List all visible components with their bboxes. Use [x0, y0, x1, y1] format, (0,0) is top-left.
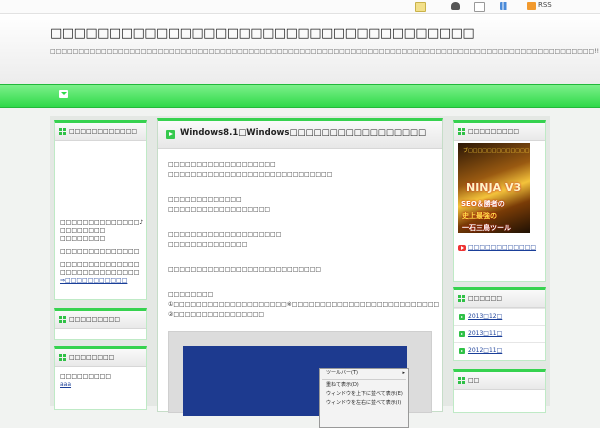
edit-icon[interactable] [415, 2, 426, 12]
post-text: □□□□□□□□□□□□□ [168, 196, 242, 203]
promo-link[interactable]: □□□□□□□□□□□□ [458, 244, 536, 251]
archive-widget: □□□□□□ 2013□12□ 2013□11□ 2012□11□ [453, 287, 546, 361]
post-box: Windows8.1□Windows□□□□□□□□□□□□□□□□□ □□□□… [157, 118, 443, 428]
widget-title: □□□□□□□□□ [454, 123, 545, 141]
widget-title: □□□□□□□□□ [55, 311, 146, 329]
grid-icon [59, 354, 66, 361]
archive-item[interactable]: 2013□11□ [454, 325, 545, 342]
widget-title: □□ [454, 372, 545, 390]
mail-icon[interactable] [474, 2, 485, 12]
grid-icon [458, 128, 465, 135]
post-text: □□□□□□□□□□□□□□□□□□□□□□□□□□□ [168, 266, 322, 273]
grid-icon [458, 295, 465, 302]
grid-icon [458, 377, 465, 384]
video-icon [458, 244, 466, 251]
arrow-icon [459, 314, 465, 320]
post-text: ②□□□□□□□□□□□□□□□□ [168, 311, 265, 318]
post-text: □□□□□□□□□□□□□□□□□□□□ [168, 231, 282, 238]
rss-link[interactable]: RSS [538, 1, 552, 9]
promo-banner[interactable]: ブ□□□□□□□□□□□□□ NINJA V3 SEO＆勝者の 史上最強の 一石… [458, 143, 530, 233]
arrow-icon [459, 348, 465, 354]
profile-line: □□□□□□□□□□□□□□ [60, 261, 140, 268]
user-icon[interactable] [451, 2, 460, 10]
profile-link[interactable]: ⇒□□□□□□□□□□□ [60, 277, 143, 285]
site-description: □□□□□□□□□□□□□□□□□□□□□□□□□□□□□□□□□□□□□□□□… [50, 48, 600, 55]
post-title[interactable]: Windows8.1□Windows□□□□□□□□□□□□□□□□□ [180, 128, 426, 138]
menu-item[interactable]: 重ねて表示(D) [320, 381, 408, 390]
post-header: Windows8.1□Windows□□□□□□□□□□□□□□□□□ [158, 121, 442, 149]
post-text: □□□□□□□□□□□□□□□□□□ [168, 206, 271, 213]
widget-line: □□□□□□□□□ [60, 373, 112, 380]
profile-line: □□□□□□□□ [60, 235, 106, 242]
top-bar: RSS [0, 0, 600, 14]
post-text: □□□□□□□□□□□□□□□□□□□□□□□□□□□□□ [168, 171, 333, 178]
profile-widget: □□□□□□□□□□□□ □□□□□□□□□□□□□□♪ □□□□□□□□ □□… [54, 120, 147, 300]
desktop-area: ツールバー(T) ▸ 重ねて表示(D) ウィンドウを上下に並べて表示(E) ウィン… [183, 346, 409, 428]
profile-line: □□□□□□□□□□□□□□ [60, 269, 140, 276]
menu-item[interactable]: ツールバー(T) ▸ [320, 369, 408, 378]
arrow-icon [459, 331, 465, 337]
post-text: □□□□□□□□□□□□□□ [168, 241, 248, 248]
widget-title: □□□□□□□□ [55, 349, 146, 367]
context-menu: ツールバー(T) ▸ 重ねて表示(D) ウィンドウを上下に並べて表示(E) ウィン… [319, 368, 409, 428]
grid-icon [59, 316, 66, 323]
menu-item[interactable]: ウィンドウを左右に並べて表示(I) [320, 399, 408, 408]
post-text: □□□□□□□□ [168, 291, 214, 298]
banner-text: SEO＆勝者の [461, 200, 505, 208]
home-icon[interactable] [59, 90, 68, 98]
screenshot-image: ツールバー(T) ▸ 重ねて表示(D) ウィンドウを上下に並べて表示(E) ウィン… [168, 331, 432, 428]
widget-title: □□□□□□ [454, 290, 545, 308]
rss-icon[interactable] [527, 2, 536, 10]
banner-text: 一石三鳥ツール [462, 224, 511, 232]
grid-icon [59, 128, 66, 135]
archive-item[interactable]: 2013□12□ [454, 308, 545, 325]
banner-text: ブ□□□□□□□□□□□□□ [463, 148, 530, 154]
profile-line: □□□□□□□□□□□□□□♪ [60, 219, 144, 226]
site-title[interactable]: □□□□□□□□□□□□□□□□□□□□□□□□□□□□□□□□□□□□ [50, 26, 475, 41]
menu-item[interactable]: ウィンドウを上下に並べて表示(E) [320, 390, 408, 399]
post-text: □□□□□□□□□□□□□□□□□□□ [168, 161, 276, 168]
profile-line: □□□□□□□□ [60, 227, 106, 234]
sidebar-widget: □□ [453, 369, 546, 413]
nav-bar [0, 84, 600, 108]
play-icon [166, 130, 175, 139]
submenu-arrow-icon: ▸ [402, 370, 405, 376]
menu-separator [322, 379, 406, 380]
promo-widget: □□□□□□□□□ ブ□□□□□□□□□□□□□ NINJA V3 SEO＆勝者… [453, 120, 546, 282]
archive-item[interactable]: 2012□11□ [454, 342, 545, 359]
banner-logo-text: NINJA V3 [466, 181, 522, 194]
sidebar-widget: □□□□□□□□ □□□□□□□□□ aaa [54, 346, 147, 410]
widget-link[interactable]: aaa [60, 381, 111, 389]
post-text: ①□□□□□□□□□□□□□□□□□□□□※□□□□□□□□□□□□□□□□□□… [168, 301, 440, 308]
profile-line: □□□□□□□□□□□□□□ [60, 248, 140, 255]
chart-icon[interactable] [500, 2, 509, 10]
sidebar-widget: □□□□□□□□□ [54, 308, 147, 340]
banner-text: 史上最強の [462, 212, 497, 220]
widget-title: □□□□□□□□□□□□ [55, 123, 146, 141]
